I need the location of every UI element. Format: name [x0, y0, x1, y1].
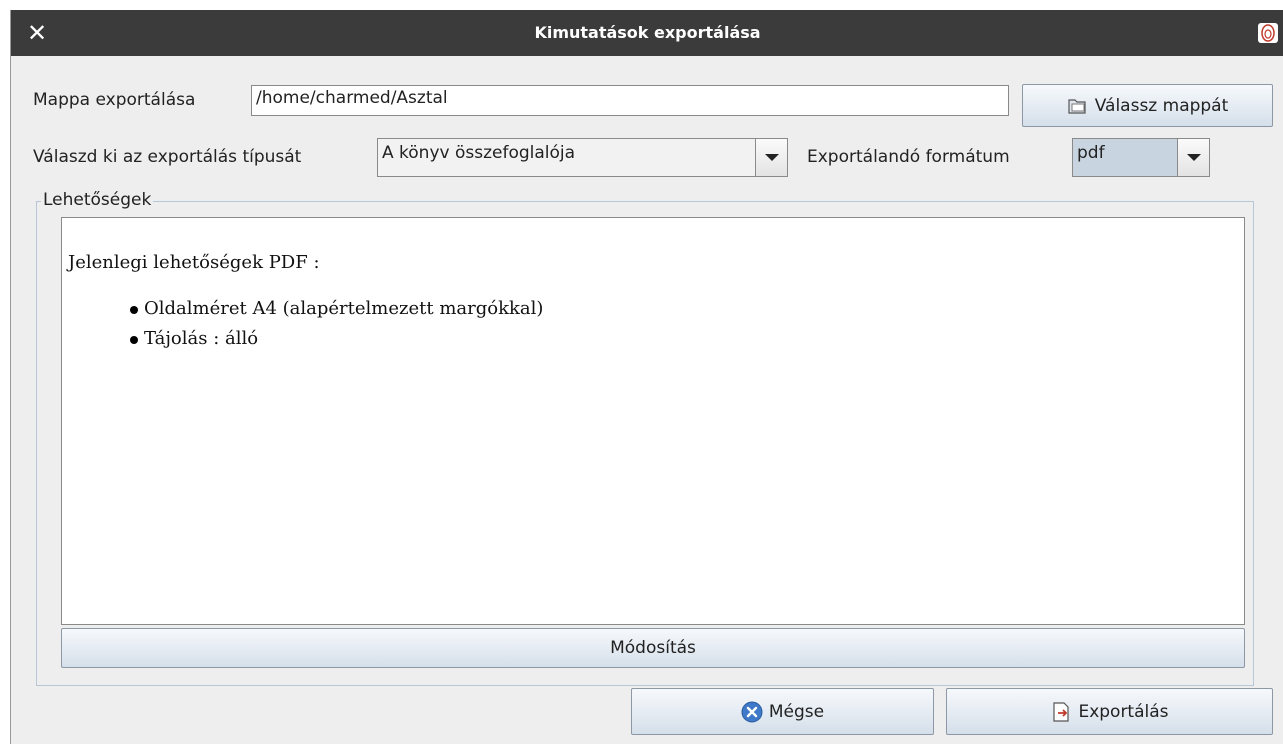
- options-legend: Lehetőségek: [41, 190, 154, 210]
- list-item: Oldalméret A4 (alapértelmezett margókkal…: [128, 294, 543, 324]
- export-dialog: ✕ Kimutatások exportálása Mappa exportál…: [10, 10, 1283, 744]
- export-format-select[interactable]: pdf: [1072, 138, 1210, 177]
- export-label: Exportálás: [1078, 701, 1169, 722]
- window-title: Kimutatások exportálása: [534, 23, 761, 42]
- app-icon: [1258, 23, 1278, 43]
- modify-button[interactable]: Módosítás: [61, 628, 1245, 668]
- export-type-select[interactable]: A könyv összefoglalója: [377, 138, 788, 177]
- options-heading: Jelenlegi lehetőségek PDF :: [68, 252, 320, 273]
- options-list: Oldalméret A4 (alapértelmezett margókkal…: [128, 294, 543, 354]
- export-folder-field[interactable]: /home/charmed/Asztal: [251, 85, 1009, 116]
- export-icon: [1050, 701, 1072, 723]
- export-button[interactable]: Exportálás: [946, 688, 1273, 735]
- chevron-down-icon[interactable]: [755, 139, 787, 176]
- chevron-down-icon[interactable]: [1177, 139, 1209, 176]
- cancel-button[interactable]: Mégse: [631, 688, 934, 735]
- modify-label: Módosítás: [610, 638, 696, 658]
- title-bar: ✕ Kimutatások exportálása: [11, 10, 1283, 56]
- choose-folder-button[interactable]: Válassz mappát: [1022, 84, 1273, 127]
- cancel-label: Mégse: [768, 701, 825, 722]
- choose-folder-label: Válassz mappát: [1094, 95, 1229, 116]
- export-type-value: A könyv összefoglalója: [382, 143, 576, 163]
- list-item: Tájolás : álló: [128, 324, 543, 354]
- cancel-icon: [741, 701, 763, 723]
- folder-icon: [1067, 96, 1089, 116]
- options-content: Jelenlegi lehetőségek PDF : Oldalméret A…: [61, 217, 1245, 625]
- export-format-label: Exportálandó formátum: [807, 147, 1010, 167]
- export-folder-label: Mappa exportálása: [33, 90, 196, 110]
- export-type-label: Válaszd ki az exportálás típusát: [33, 147, 302, 167]
- export-format-value: pdf: [1077, 143, 1105, 163]
